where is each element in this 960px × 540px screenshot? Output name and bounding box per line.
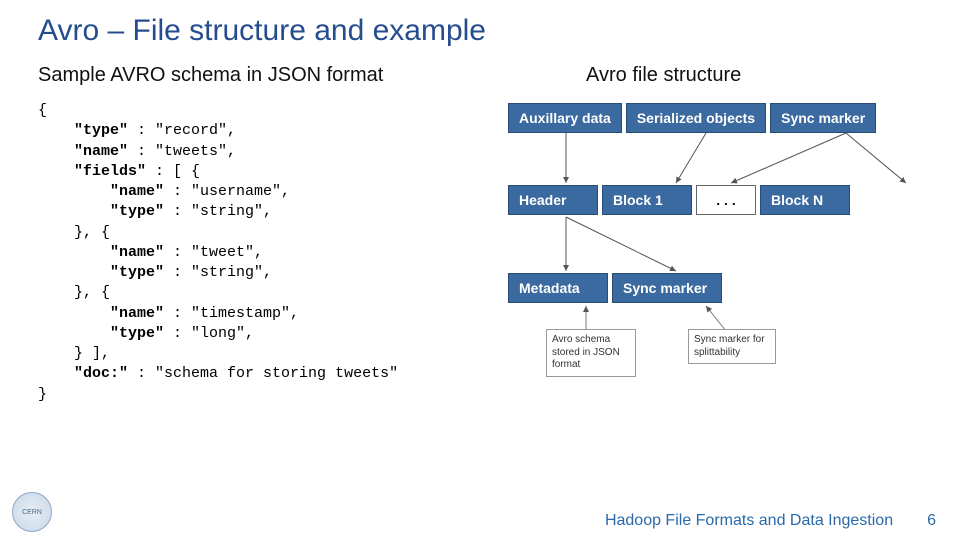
box-block1: Block 1 bbox=[602, 185, 692, 215]
box-metadata: Metadata bbox=[508, 273, 608, 303]
box-sync-bottom: Sync marker bbox=[612, 273, 722, 303]
cern-logo-icon: CERN bbox=[12, 492, 52, 532]
box-sync-top: Sync marker bbox=[770, 103, 876, 133]
code-block: { "type" : "record", "name" : "tweets", … bbox=[38, 101, 498, 405]
left-column: Sample AVRO schema in JSON format { "typ… bbox=[38, 56, 498, 405]
header-box-row: Metadata Sync marker bbox=[508, 273, 722, 303]
mid-box-row: Header Block 1 . . . Block N bbox=[508, 185, 850, 215]
content-area: Sample AVRO schema in JSON format { "typ… bbox=[0, 56, 960, 405]
note-schema: Avro schema stored in JSON format bbox=[546, 329, 636, 377]
box-serialized: Serialized objects bbox=[626, 103, 766, 133]
box-blockn: Block N bbox=[760, 185, 850, 215]
page-number: 6 bbox=[927, 512, 936, 530]
slide-title: Avro – File structure and example bbox=[0, 0, 960, 56]
right-subheading: Avro file structure bbox=[586, 64, 948, 87]
footer: Hadoop File Formats and Data Ingestion 6 bbox=[605, 512, 936, 530]
left-subheading: Sample AVRO schema in JSON format bbox=[38, 64, 498, 87]
note-sync: Sync marker for splittability bbox=[688, 329, 776, 364]
diagram: Auxillary data Serialized objects Sync m… bbox=[506, 101, 948, 381]
top-box-row: Auxillary data Serialized objects Sync m… bbox=[508, 103, 876, 133]
box-aux-data: Auxillary data bbox=[508, 103, 622, 133]
footer-text: Hadoop File Formats and Data Ingestion bbox=[605, 512, 893, 530]
right-column: Avro file structure bbox=[498, 56, 948, 405]
box-ellipsis: . . . bbox=[696, 185, 756, 215]
box-header: Header bbox=[508, 185, 598, 215]
